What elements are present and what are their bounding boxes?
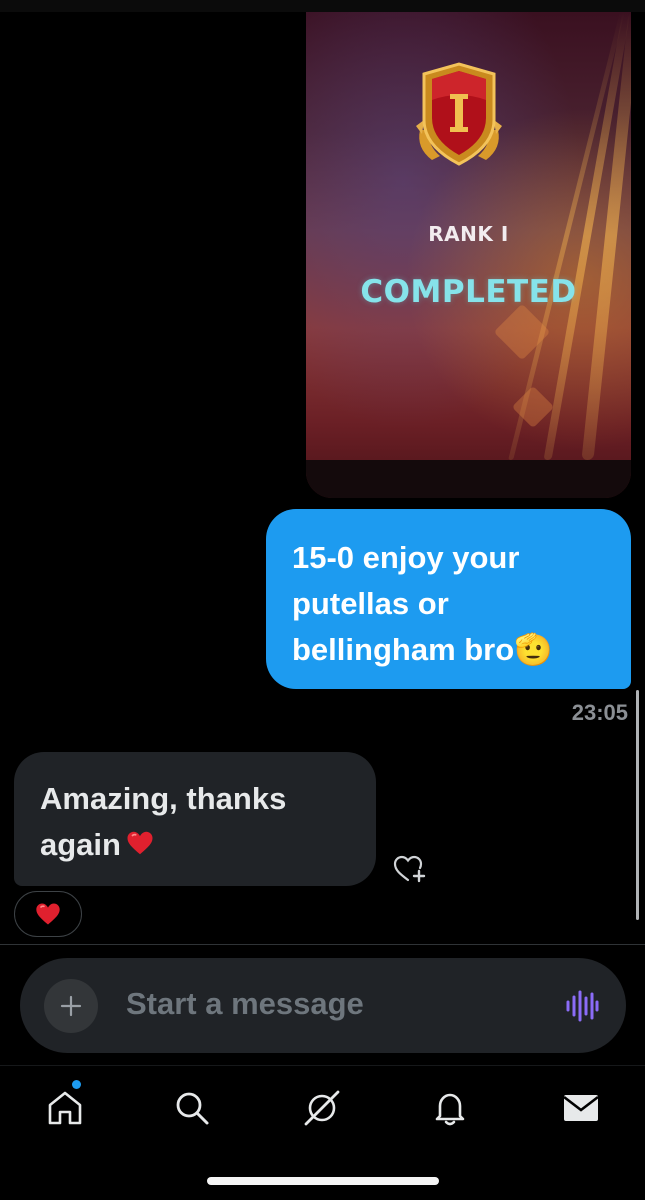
rank-label: RANK I [428, 222, 509, 246]
divider [0, 944, 645, 945]
incoming-message-bubble[interactable]: Amazing, thanks again [14, 752, 376, 886]
message-text: 15-0 enjoy your putellas or bellingham b… [292, 540, 553, 667]
grok-icon[interactable] [302, 1088, 342, 1128]
plus-icon [60, 995, 82, 1017]
background-shape [493, 303, 551, 361]
completed-label: COMPLETED [360, 274, 577, 310]
image-bottom-band [306, 460, 631, 498]
notification-dot [72, 1080, 81, 1089]
heart-emoji-icon [36, 903, 60, 925]
mail-icon[interactable] [561, 1088, 601, 1128]
voice-wave-icon[interactable] [564, 989, 600, 1023]
message-text-content: Amazing, thanks again [40, 781, 287, 862]
shared-image-message[interactable]: RANK I COMPLETED [306, 12, 631, 498]
add-attachment-button[interactable] [44, 979, 98, 1033]
bell-icon[interactable] [430, 1088, 470, 1128]
search-icon[interactable] [172, 1088, 212, 1128]
add-reaction-icon[interactable] [392, 852, 428, 884]
scrollbar[interactable] [636, 690, 639, 920]
heart-emoji-icon [127, 831, 153, 855]
top-edge [0, 0, 645, 12]
message-text: Amazing, thanks again [40, 776, 352, 868]
message-composer[interactable]: Start a message [20, 958, 626, 1053]
outgoing-message-bubble[interactable]: 15-0 enjoy your putellas or bellingham b… [266, 509, 631, 689]
rank-shield-icon [416, 62, 502, 166]
home-icon[interactable] [45, 1088, 85, 1128]
home-indicator[interactable] [207, 1177, 439, 1185]
message-input[interactable]: Start a message [126, 986, 364, 1022]
message-timestamp: 23:05 [571, 700, 628, 725]
heart-reaction-badge[interactable] [14, 891, 82, 937]
